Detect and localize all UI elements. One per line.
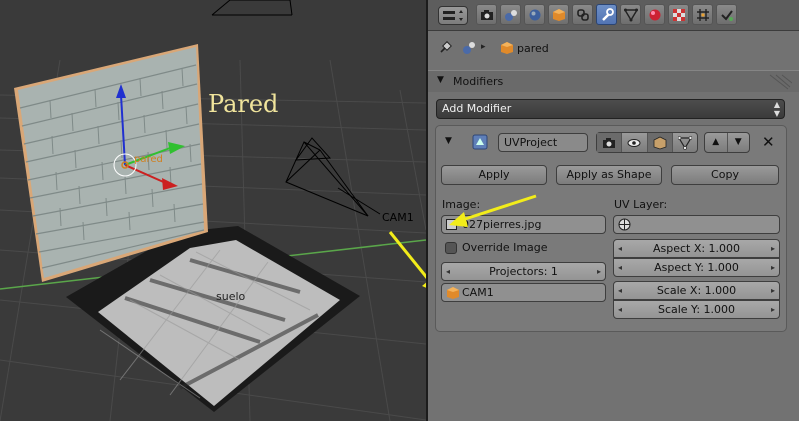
move-down-icon[interactable]: ▼: [728, 133, 750, 152]
floor-label: suelo: [216, 290, 246, 303]
wall-label: Pared: [208, 90, 279, 118]
modifier-name-value: UVProject: [504, 136, 558, 149]
override-image-label: Override Image: [462, 241, 548, 254]
aspect-x-increment-icon[interactable]: ▸: [769, 240, 777, 257]
projectors-decrement-icon[interactable]: ◂: [444, 263, 452, 280]
render-camera-toggle-icon[interactable]: [597, 133, 623, 152]
uvproject-modifier-type-icon: [472, 134, 488, 150]
scale-y-value: Scale Y: 1.000: [657, 303, 736, 316]
scene-breadcrumb-icon[interactable]: [461, 40, 477, 56]
move-up-icon[interactable]: ▲: [705, 133, 728, 152]
dropdown-updown-icon: ▲ ▼: [773, 100, 780, 118]
collapse-triangle-icon[interactable]: ▼: [437, 75, 444, 85]
modifier-visibility-group: [596, 132, 698, 153]
aspect-x-field[interactable]: ◂ Aspect X: 1.000 ▸: [613, 239, 780, 258]
projector-object-icon: [446, 286, 460, 300]
aspect-y-decrement-icon[interactable]: ◂: [616, 259, 624, 276]
override-image-checkbox[interactable]: [445, 242, 457, 254]
projectors-field[interactable]: ◂ Projectors: 1 ▸: [441, 262, 606, 281]
aspect-y-field[interactable]: ◂ Aspect Y: 1.000 ▸: [613, 258, 780, 277]
uv-layer-icon: [618, 218, 631, 231]
aspect-y-value: Aspect Y: 1.000: [654, 261, 739, 274]
world-tab-icon[interactable]: [524, 4, 545, 25]
image-label: Image:: [442, 198, 481, 211]
image-icon: [446, 219, 457, 230]
breadcrumb-separator-icon: ▸: [481, 42, 486, 52]
copy-button[interactable]: Copy: [671, 165, 779, 185]
apply-button[interactable]: Apply: [441, 165, 547, 185]
scale-x-decrement-icon[interactable]: ◂: [616, 282, 624, 299]
scale-y-increment-icon[interactable]: ▸: [769, 301, 777, 318]
camera-label: CAM1: [382, 211, 414, 224]
editor-type-menu-icon[interactable]: [438, 6, 468, 25]
projectors-value: Projectors: 1: [489, 265, 558, 278]
projector-object-field[interactable]: CAM1: [441, 283, 606, 302]
modifiers-panel-header[interactable]: ▼ Modifiers: [428, 70, 799, 92]
pin-icon[interactable]: [438, 41, 452, 55]
aspect-x-value: Aspect X: 1.000: [652, 242, 741, 255]
uv-layer-field[interactable]: [613, 215, 780, 234]
top-camera-outline: [211, 0, 293, 16]
object-tab-icon[interactable]: [548, 4, 569, 25]
projector-object-value: CAM1: [462, 286, 494, 299]
breadcrumb: ▸ pared: [428, 36, 799, 62]
scale-y-field[interactable]: ◂ Scale Y: 1.000 ▸: [613, 300, 780, 319]
modifiers-panel-title: Modifiers: [453, 75, 504, 88]
properties-header: [428, 0, 799, 31]
add-modifier-label: Add Modifier: [442, 102, 512, 115]
scene-tab-icon[interactable]: [500, 4, 521, 25]
properties-panel: ▸ pared ▼ Modifiers Add Modifier ▲ ▼ ▼ UV…: [428, 0, 799, 421]
scale-y-decrement-icon[interactable]: ◂: [616, 301, 624, 318]
modifier-expand-icon[interactable]: ▼: [445, 136, 452, 146]
apply-as-shape-button[interactable]: Apply as Shape: [556, 165, 662, 185]
breadcrumb-object-name: pared: [517, 42, 549, 55]
move-modifier-group: ▲ ▼: [704, 132, 750, 153]
image-field-value: 027pierres.jpg: [462, 218, 542, 231]
constraints-tab-icon[interactable]: [572, 4, 593, 25]
scale-x-increment-icon[interactable]: ▸: [769, 282, 777, 299]
uvproject-modifier-box: ▼ UVProject ▲ ▼ ✕ Apply Apply as Shape C…: [435, 125, 787, 332]
on-cage-toggle-icon[interactable]: [673, 133, 697, 152]
object-origin-label: pared: [134, 154, 163, 165]
physics-tab-icon[interactable]: [716, 4, 737, 25]
remove-modifier-close-icon[interactable]: ✕: [762, 133, 775, 151]
data-tab-icon[interactable]: [620, 4, 641, 25]
image-field[interactable]: 027pierres.jpg: [441, 215, 606, 234]
3d-viewport[interactable]: Pared pared suelo CAM1: [0, 0, 426, 421]
aspect-y-increment-icon[interactable]: ▸: [769, 259, 777, 276]
particles-tab-icon[interactable]: [692, 4, 713, 25]
material-tab-icon[interactable]: [644, 4, 665, 25]
object-breadcrumb-icon: [500, 41, 514, 55]
texture-tab-icon[interactable]: [668, 4, 689, 25]
edit-mode-toggle-icon[interactable]: [647, 133, 673, 152]
modifiers-wrench-tab-icon[interactable]: [596, 4, 617, 25]
uv-layer-label: UV Layer:: [614, 198, 668, 211]
panel-drag-handle-icon[interactable]: [768, 73, 793, 91]
camera-cam1-outline: [285, 137, 381, 217]
viewport-eye-toggle-icon[interactable]: [622, 133, 648, 152]
modifier-name-input[interactable]: UVProject: [498, 133, 588, 152]
projectors-increment-icon[interactable]: ▸: [595, 263, 603, 280]
render-tab-icon[interactable]: [476, 4, 497, 25]
aspect-x-decrement-icon[interactable]: ◂: [616, 240, 624, 257]
add-modifier-dropdown[interactable]: Add Modifier ▲ ▼: [436, 99, 785, 119]
scale-x-value: Scale X: 1.000: [656, 284, 737, 297]
scale-x-field[interactable]: ◂ Scale X: 1.000 ▸: [613, 281, 780, 300]
viewport-scene: [0, 0, 426, 421]
